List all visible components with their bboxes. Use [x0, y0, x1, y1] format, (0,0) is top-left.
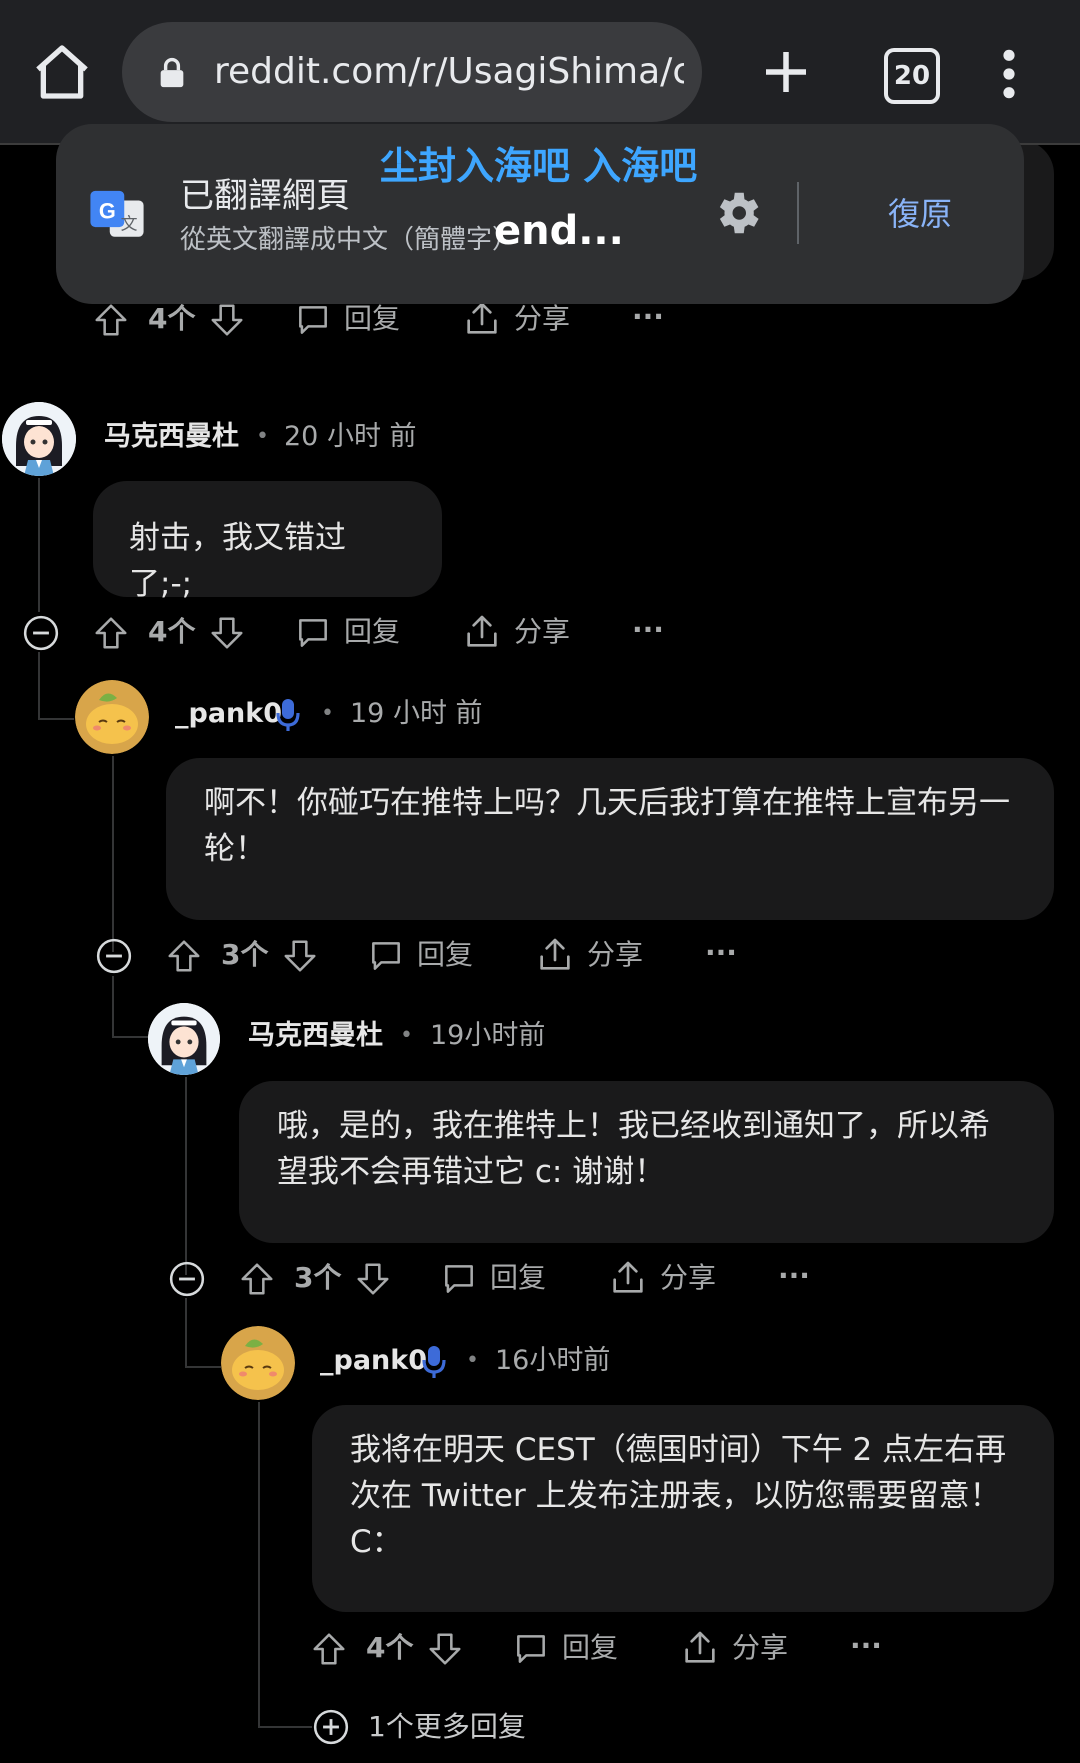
avatar[interactable] [2, 402, 76, 476]
thread-line [112, 756, 114, 952]
gear-icon[interactable] [710, 186, 764, 240]
expand-icon[interactable] [312, 1708, 350, 1746]
more-replies-link[interactable]: 1个更多回复 [368, 1707, 526, 1747]
thread-line [185, 1077, 187, 1275]
separator-dot: • [400, 1023, 413, 1048]
share-button[interactable]: 分享 [514, 299, 570, 339]
thread-line [112, 976, 114, 1038]
downvote-icon[interactable] [208, 614, 246, 652]
collapse-icon[interactable] [22, 614, 60, 652]
avatar[interactable] [75, 680, 149, 754]
collapse-icon[interactable] [95, 937, 133, 975]
microphone-icon [274, 697, 302, 733]
upvote-icon[interactable] [92, 301, 130, 339]
upvote-icon[interactable] [92, 614, 130, 652]
upvote-icon[interactable] [238, 1260, 276, 1298]
avatar[interactable] [148, 1003, 220, 1075]
thread-line [38, 478, 40, 612]
share-button[interactable]: 分享 [587, 935, 643, 975]
thread-line [258, 1726, 312, 1728]
reply-icon[interactable] [294, 614, 332, 652]
reply-icon[interactable] [367, 937, 405, 975]
comment-author[interactable]: _pank0 [320, 1341, 427, 1381]
reply-icon[interactable] [512, 1630, 550, 1668]
share-icon[interactable] [680, 1628, 720, 1668]
svg-text:文: 文 [121, 214, 138, 234]
reply-button[interactable]: 回复 [344, 612, 400, 652]
svg-text:G: G [99, 199, 116, 224]
downvote-icon[interactable] [208, 301, 246, 339]
vote-count: 4个 [148, 615, 196, 648]
comment-timestamp: 20 小时 前 [284, 421, 417, 452]
overlay-text: end... [494, 208, 624, 254]
reply-button[interactable]: 回复 [417, 935, 473, 975]
upvote-icon[interactable] [310, 1630, 348, 1668]
reply-button[interactable]: 回复 [344, 299, 400, 339]
separator-dot: • [256, 424, 269, 449]
translate-subtitle: 從英文翻譯成中文（簡體字） [180, 225, 519, 255]
share-button[interactable]: 分享 [514, 612, 570, 652]
vote-count: 3个 [294, 1261, 342, 1294]
vote-count: 4个 [148, 302, 196, 335]
comment-author[interactable]: _pank0 [175, 694, 282, 734]
downvote-icon[interactable] [426, 1630, 464, 1668]
comment-body: 啊不！你碰巧在推特上吗？几天后我打算在推特上宣布另一轮！ [166, 758, 1054, 920]
downvote-icon[interactable] [281, 937, 319, 975]
overlay-text: 尘封入海吧 入海吧 [380, 144, 698, 188]
downvote-icon[interactable] [354, 1260, 392, 1298]
comment-body: 哦，是的，我在推特上！我已经收到通知了，所以希望我不会再错过它 c: 谢谢！ [239, 1081, 1054, 1243]
reply-icon[interactable] [440, 1260, 478, 1298]
restore-button[interactable]: 復原 [860, 190, 980, 238]
share-icon[interactable] [535, 935, 575, 975]
comment-author[interactable]: 马克西曼杜 [248, 1016, 383, 1056]
share-icon[interactable] [462, 299, 502, 339]
comment-body: 射击，我又错过了;-; [93, 481, 442, 602]
more-options-button[interactable]: ··· [632, 610, 664, 650]
separator-dot: • [321, 701, 334, 726]
url-text[interactable]: reddit.com/r/UsagiShima/com [214, 46, 684, 98]
more-options-button[interactable]: ··· [705, 933, 737, 973]
thread-line [258, 1402, 260, 1728]
microphone-icon [420, 1344, 448, 1380]
share-icon[interactable] [462, 612, 502, 652]
google-translate-icon: G 文 [88, 186, 146, 244]
tab-switcher-button[interactable]: 20 [884, 48, 940, 104]
kebab-menu-icon[interactable] [994, 46, 1024, 102]
more-options-button[interactable]: ··· [778, 1256, 810, 1296]
comment-timestamp: 16小时前 [495, 1345, 611, 1376]
lock-icon[interactable] [155, 56, 189, 90]
reply-button[interactable]: 回复 [490, 1258, 546, 1298]
more-options-button[interactable]: ··· [850, 1626, 882, 1666]
avatar[interactable] [221, 1326, 295, 1400]
share-button[interactable]: 分享 [660, 1258, 716, 1298]
comment-timestamp: 19小时前 [430, 1020, 546, 1051]
comment-text: 啊不！你碰巧在推特上吗？几天后我打算在推特上宣布另一轮！ [204, 785, 1010, 867]
thread-line [38, 718, 74, 720]
comment-text: 我将在明天 CEST（德国时间）下午 2 点左右再次在 Twitter 上发布注… [350, 1432, 1007, 1560]
vote-count: 3个 [221, 938, 269, 971]
reply-icon[interactable] [294, 301, 332, 339]
divider [797, 182, 799, 244]
home-icon[interactable] [30, 40, 94, 104]
comment-author[interactable]: 马克西曼杜 [104, 417, 239, 457]
comment-text: 哦，是的，我在推特上！我已经收到通知了，所以希望我不会再错过它 c: 谢谢！ [277, 1108, 990, 1190]
collapse-icon[interactable] [168, 1260, 206, 1298]
comment-timestamp: 19 小时 前 [350, 698, 483, 729]
translate-title: 已翻譯網頁 [180, 176, 350, 216]
reply-button[interactable]: 回复 [562, 1628, 618, 1668]
comment-text: 射击，我又错过了;-; [129, 520, 346, 602]
comment-body: 我将在明天 CEST（德国时间）下午 2 点左右再次在 Twitter 上发布注… [312, 1405, 1054, 1612]
separator-dot: • [466, 1348, 479, 1373]
new-tab-icon[interactable] [756, 42, 816, 102]
thread-line [185, 1366, 221, 1368]
thread-line [112, 1036, 148, 1038]
share-button[interactable]: 分享 [732, 1628, 788, 1668]
vote-count: 4个 [366, 1631, 414, 1664]
share-icon[interactable] [608, 1258, 648, 1298]
upvote-icon[interactable] [165, 937, 203, 975]
thread-line [38, 652, 40, 720]
thread-line [185, 1298, 187, 1368]
